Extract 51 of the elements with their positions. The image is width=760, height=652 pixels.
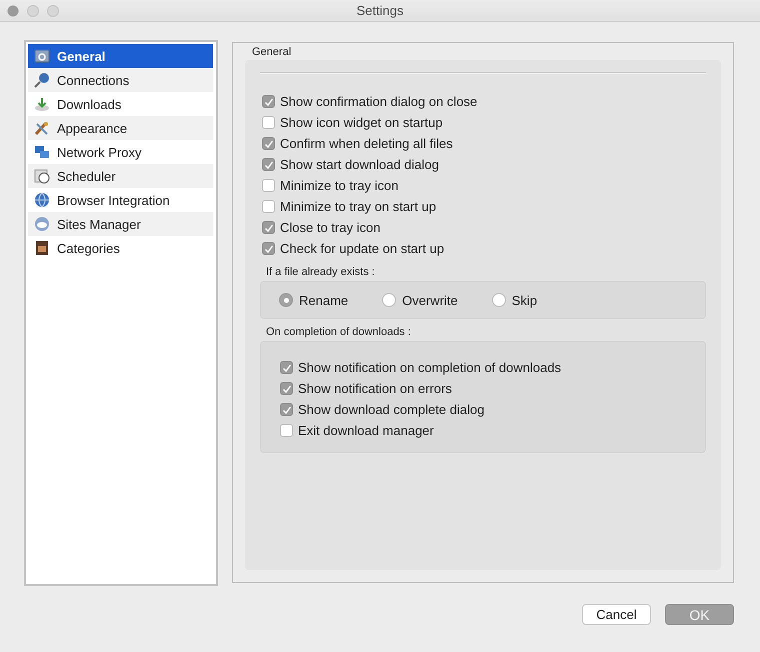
radio-button[interactable] (382, 293, 396, 307)
window-icon (34, 48, 50, 64)
checkbox[interactable] (280, 361, 293, 374)
group-title: General (252, 46, 292, 60)
checkbox[interactable] (280, 403, 293, 416)
radio-label[interactable]: Overwrite (402, 292, 458, 308)
checkbox[interactable] (262, 179, 275, 192)
sidebar-item[interactable]: Network Proxy (28, 140, 213, 164)
checkbox-label[interactable]: Show notification on errors (298, 381, 452, 396)
checkbox-label[interactable]: Exit download manager (298, 423, 434, 438)
cancel-button[interactable]: Cancel (582, 604, 651, 625)
checkbox[interactable] (262, 200, 275, 213)
checkbox[interactable] (262, 221, 275, 234)
checkbox-label[interactable]: Minimize to tray icon (280, 178, 398, 193)
checkbox[interactable] (262, 158, 275, 171)
radio-button[interactable] (279, 293, 293, 307)
section-label: On completion of downloads : (266, 326, 412, 340)
checkbox-label[interactable]: Show confirmation dialog on close (280, 94, 478, 109)
checkbox[interactable] (262, 242, 275, 255)
checkbox[interactable] (262, 95, 275, 108)
checkbox-label[interactable]: Show icon widget on startup (280, 115, 443, 130)
brush-icon (34, 120, 50, 136)
sidebar-item[interactable]: Downloads (28, 92, 213, 116)
magnifier-icon (34, 72, 50, 88)
radio-button[interactable] (492, 293, 506, 307)
checkbox-label[interactable]: Minimize to tray on start up (280, 199, 436, 214)
sidebar-item[interactable]: Appearance (28, 116, 213, 140)
sidebar-item[interactable]: Categories (28, 236, 213, 260)
book-icon (34, 240, 50, 256)
radio-label[interactable]: Skip (512, 292, 538, 308)
sidebar-item[interactable]: Browser Integration (28, 188, 213, 212)
sidebar-item[interactable]: General (28, 44, 213, 68)
checkbox[interactable] (280, 424, 293, 437)
checkbox-label[interactable]: Close to tray icon (280, 220, 380, 235)
checkbox[interactable] (280, 382, 293, 395)
radio-label[interactable]: Rename (299, 292, 348, 308)
checkbox-label[interactable]: Show start download dialog (280, 157, 439, 172)
download-icon (34, 96, 50, 112)
checkbox-label[interactable]: Show download complete dialog (298, 402, 484, 417)
window-controls-icon[interactable] (7, 5, 61, 17)
monitors-icon (34, 144, 50, 160)
sidebar-item[interactable]: Sites Manager (28, 212, 213, 236)
checkbox[interactable] (262, 137, 275, 150)
checkbox-label[interactable]: Show notification on completion of downloads (298, 360, 562, 375)
sidebar-item[interactable]: Scheduler (28, 164, 213, 188)
checkbox[interactable] (262, 116, 275, 129)
section-label: If a file already exists : (266, 266, 376, 280)
checkbox-label[interactable]: Confirm when deleting all files (280, 136, 453, 151)
sidebar-item[interactable]: Connections (28, 68, 213, 92)
checkbox-label[interactable]: Check for update on start up (280, 241, 444, 256)
window-title: Settings (356, 3, 404, 18)
